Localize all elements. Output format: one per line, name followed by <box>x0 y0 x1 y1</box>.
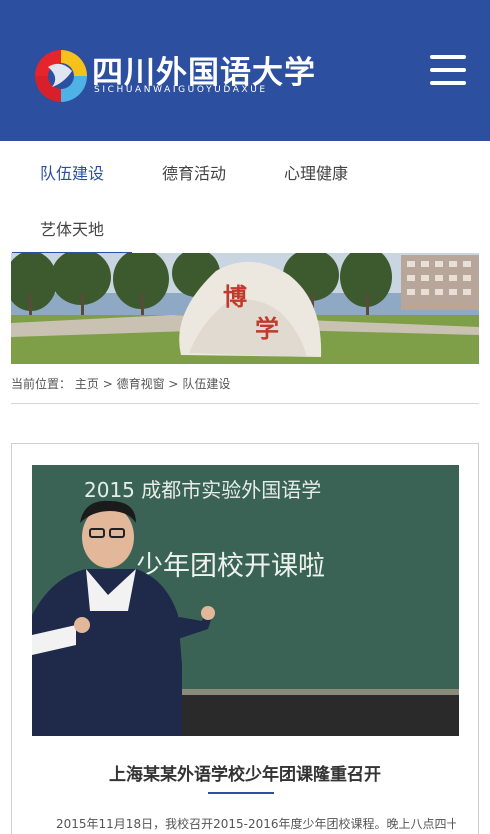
stone-char: 博 <box>223 282 247 311</box>
article-card[interactable]: 2015 成都市实验外国语学 少年团校开课啦 上海某某外语学校少年团课隆重召开 … <box>11 443 479 834</box>
campus-banner-image: 博 学 <box>11 253 479 364</box>
breadcrumb-divider <box>11 403 479 404</box>
nav-item-arts-sports[interactable]: 艺体天地 <box>40 216 104 240</box>
breadcrumb-moral-window[interactable]: 德育视窗 <box>117 377 165 391</box>
article-summary: 2015年11月18日，我校召开2015-2016年度少年团校课程。晚上八点四十… <box>56 817 456 831</box>
stone-char: 学 <box>255 314 279 343</box>
hamburger-menu-icon[interactable] <box>426 52 470 88</box>
article-image[interactable]: 2015 成都市实验外国语学 少年团校开课啦 <box>32 465 459 736</box>
breadcrumb-separator: > <box>102 377 113 391</box>
breadcrumb-prefix: 当前位置： <box>11 377 72 391</box>
classroom-photo: 2015 成都市实验外国语学 少年团校开课啦 <box>32 465 459 736</box>
site-header: 四川外国语大学 SICHUANWAIGUOYUDAXUE <box>0 0 490 141</box>
breadcrumb-current[interactable]: 队伍建设 <box>182 377 230 391</box>
nav-item-team-building[interactable]: 队伍建设 <box>40 160 104 184</box>
menu-bar <box>430 55 466 59</box>
breadcrumb: 当前位置： 主页 > 德育视窗 > 队伍建设 <box>11 375 479 392</box>
sub-navigation: 队伍建设 德育活动 心理健康 艺体天地 <box>0 141 490 255</box>
blackboard-line-2: 少年团校开课啦 <box>136 551 325 582</box>
blackboard-line-1: 2015 成都市实验外国语学 <box>84 478 321 502</box>
section-banner: 博 学 <box>11 253 479 364</box>
nav-item-mental-health[interactable]: 心理健康 <box>284 160 348 184</box>
university-emblem-icon <box>35 50 87 102</box>
nav-item-moral-activities[interactable]: 德育活动 <box>162 160 226 184</box>
menu-bar <box>430 68 466 72</box>
site-logo[interactable]: 四川外国语大学 SICHUANWAIGUOYUDAXUE <box>34 47 315 103</box>
breadcrumb-separator: > <box>168 377 179 391</box>
breadcrumb-home[interactable]: 主页 <box>75 377 99 391</box>
menu-bar <box>430 81 466 85</box>
article-title[interactable]: 上海某某外语学校少年团课隆重召开 <box>12 760 478 785</box>
title-underline <box>208 792 274 794</box>
logo-title-en: SICHUANWAIGUOYUDAXUE <box>94 85 268 95</box>
